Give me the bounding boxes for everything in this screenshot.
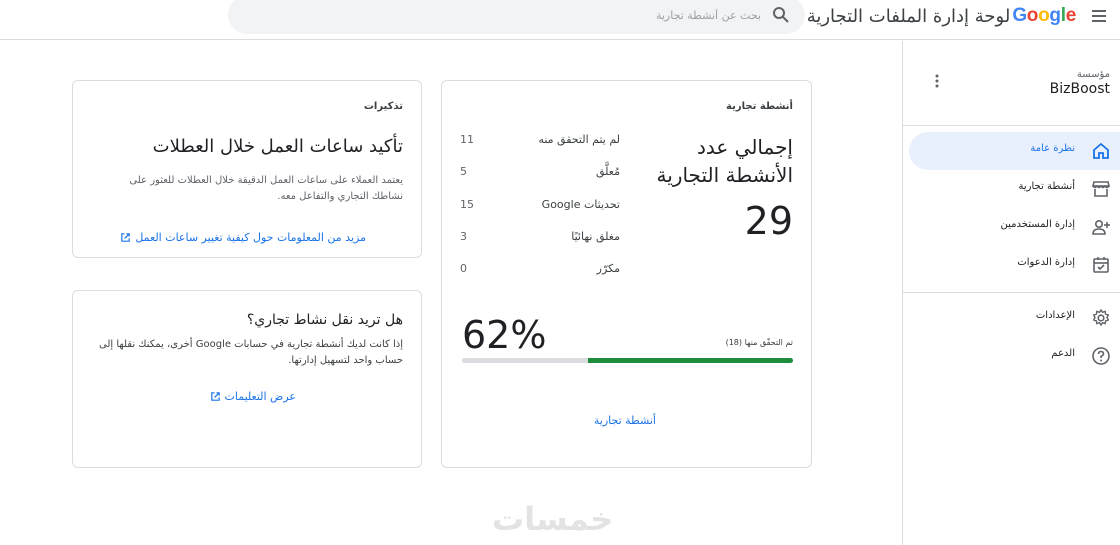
sidebar-item-label: إدارة المستخدمين [1000, 219, 1076, 230]
sidebar-item-label: نظرة عامة [1030, 143, 1075, 154]
view-instructions-link[interactable]: عرض التعليمات [210, 390, 297, 403]
app-title: لوحة إدارة الملفات التجارية [806, 5, 1011, 27]
reminder-body: يعتمد العملاء على ساعات العمل الدقيقة خل… [129, 175, 403, 202]
transfer-body: إذا كانت لديك أنشطة تجارية في حسابات Goo… [98, 339, 403, 366]
verified-percent: 62% [462, 313, 547, 357]
gear-icon [1092, 308, 1110, 327]
sidebar-divider [903, 125, 1120, 126]
hours-info-link-label: مزيد من المعلومات حول كيفية تغيير ساعات … [135, 231, 366, 244]
stat-row-unverified[interactable]: لم يتم التحقق منه 11 [442, 133, 642, 151]
card-label: تذكيرات [363, 101, 403, 112]
total-businesses-value: 29 [744, 199, 793, 243]
sidebar-item-invitations[interactable]: إدارة الدعوات [909, 246, 1120, 284]
sidebar-item-label: إدارة الدعوات [1017, 257, 1075, 268]
google-logo-letter: o [1038, 5, 1050, 26]
open-in-new-icon [121, 233, 131, 242]
org-type-label: مؤسسة [1076, 69, 1110, 80]
reminders-card: تذكيرات تأكيد ساعات العمل خلال العطلات ي… [72, 80, 422, 258]
view-instructions-link-label: عرض التعليمات [224, 390, 297, 403]
google-logo-letter: e [1065, 5, 1077, 26]
stat-label: تحديثات Google [541, 198, 620, 211]
sidebar-item-support[interactable]: الدعم [909, 337, 1120, 375]
transfer-title: هل تريد نقل نشاط تجاري؟ [246, 312, 403, 328]
hamburger-menu-icon[interactable] [1088, 6, 1112, 26]
sidebar-item-businesses[interactable]: أنشطة تجارية [909, 170, 1120, 208]
reminder-title: تأكيد ساعات العمل خلال العطلات [152, 136, 403, 157]
stat-value: 3 [460, 230, 467, 243]
sidebar-item-user-management[interactable]: إدارة المستخدمين [909, 208, 1120, 246]
verified-count-label: تم التحقّق منها (18) [725, 338, 793, 347]
google-logo-letter: G [1012, 5, 1027, 26]
businesses-link-label: أنشطة تجارية [593, 414, 656, 427]
verification-progress-bar [462, 358, 793, 363]
stat-value: 0 [460, 262, 467, 275]
home-icon [1093, 142, 1109, 159]
search-icon[interactable] [771, 5, 791, 25]
card-label: أنشطة تجارية [726, 101, 793, 112]
google-logo: Google [1012, 5, 1076, 27]
stat-value: 5 [460, 165, 467, 178]
open-in-new-icon [210, 392, 220, 401]
top-app-bar: Google لوحة إدارة الملفات التجارية [0, 0, 1120, 40]
person-add-icon [1092, 219, 1110, 235]
org-name: BizBoost [1049, 81, 1110, 97]
search-input[interactable] [461, 5, 761, 25]
search-bar[interactable] [228, 0, 805, 34]
more-vert-icon[interactable] [931, 73, 943, 89]
stat-label: مكرّر [596, 262, 620, 275]
stat-label: مغلق نهائيًا [571, 230, 620, 243]
sidebar-item-label: الإعدادات [1035, 310, 1075, 321]
storefront-icon [1091, 181, 1111, 197]
stat-row-duplicate[interactable]: مكرّر 0 [442, 262, 642, 280]
sidebar-item-label: أنشطة تجارية [1018, 181, 1075, 192]
business-summary-card: أنشطة تجارية إجمالي عدد الأنشطة التجارية… [441, 80, 812, 468]
transfer-card: هل تريد نقل نشاط تجاري؟ إذا كانت لديك أن… [72, 290, 422, 468]
businesses-link[interactable]: أنشطة تجارية [594, 414, 656, 427]
total-businesses-title: إجمالي عدد الأنشطة التجارية [656, 135, 794, 187]
hours-info-link[interactable]: مزيد من المعلومات حول كيفية تغيير ساعات … [120, 231, 366, 244]
sidebar-item-overview[interactable]: نظرة عامة [909, 132, 1120, 170]
stat-row-pending[interactable]: مُعلَّق 5 [442, 165, 642, 183]
calendar-check-icon [1093, 257, 1109, 273]
stat-label: مُعلَّق [595, 165, 620, 178]
stat-row-permanently-closed[interactable]: مغلق نهائيًا 3 [442, 230, 642, 248]
stat-value: 11 [460, 133, 474, 146]
brand[interactable]: Google لوحة إدارة الملفات التجارية [806, 4, 1077, 28]
watermark: خمسات [492, 500, 614, 538]
google-logo-letter: g [1049, 5, 1061, 26]
stat-value: 15 [460, 198, 474, 211]
sidebar-item-settings[interactable]: الإعدادات [909, 299, 1120, 337]
progress-fill [587, 358, 793, 363]
stat-row-google-updates[interactable]: تحديثات Google 15 [442, 198, 642, 216]
help-icon [1092, 347, 1110, 365]
google-logo-letter: o [1026, 5, 1039, 26]
sidebar-divider [903, 292, 1120, 293]
stat-label: لم يتم التحقق منه [538, 133, 620, 146]
sidebar: مؤسسة BizBoost نظرة عامة أنشطة تجارية إد… [902, 41, 1120, 545]
sidebar-item-label: الدعم [1051, 348, 1075, 359]
